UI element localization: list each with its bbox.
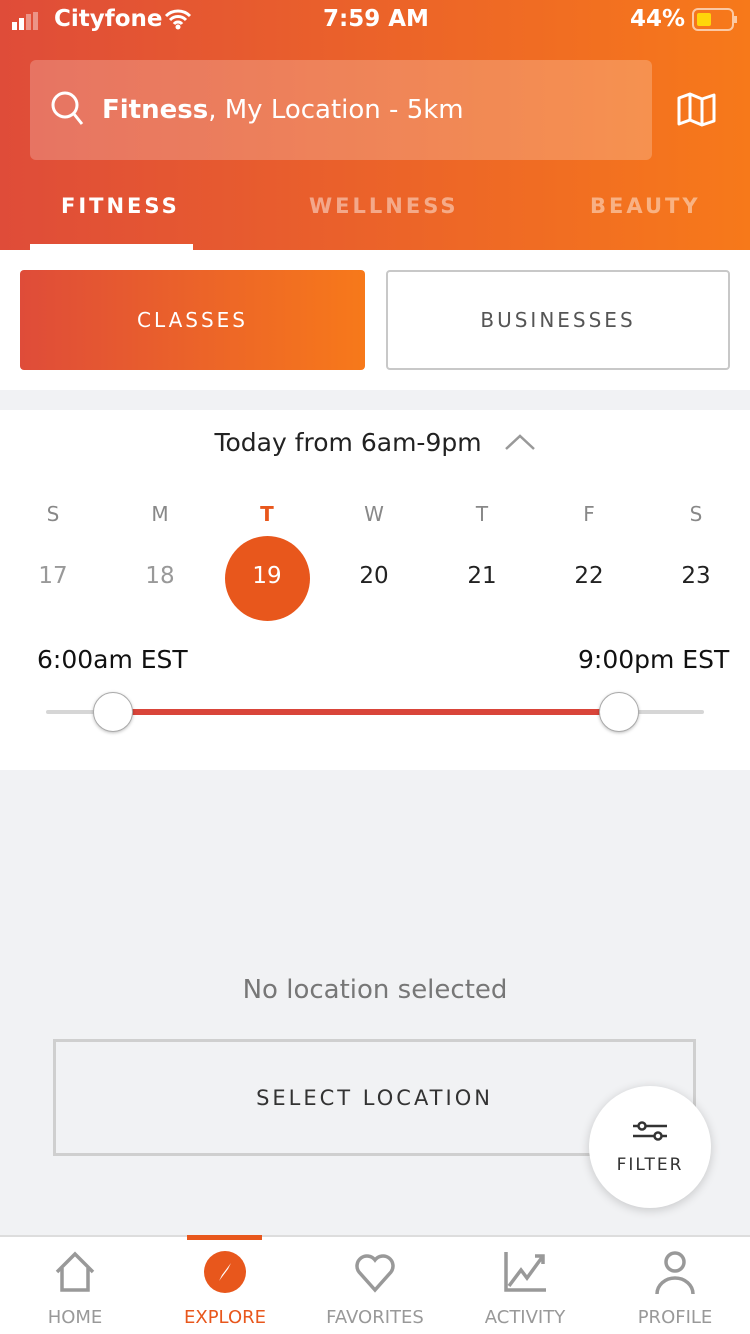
clock: 7:59 AM [323, 6, 429, 32]
carrier: Cityfone [54, 6, 163, 32]
empty-message: No location selected [242, 975, 508, 1005]
day-23[interactable]: 23 [666, 563, 726, 589]
nav-explore[interactable]: EXPLORE [150, 1250, 300, 1328]
nav-indicator [187, 1235, 262, 1240]
signal-icon [12, 12, 48, 34]
day-17[interactable]: 17 [23, 563, 83, 589]
battery-percent: 44% [630, 6, 686, 32]
map-icon[interactable] [677, 92, 717, 132]
battery-icon [692, 8, 738, 36]
nav-label: ACTIVITY [484, 1307, 566, 1328]
search-location: , My Location - 5km [208, 95, 464, 125]
end-time-handle[interactable] [599, 692, 639, 732]
weekday-letter: T [475, 502, 489, 526]
schedule-title: Today from 6am-9pm [214, 428, 482, 457]
day-18[interactable]: 18 [130, 563, 190, 589]
search-icon [50, 90, 84, 130]
search-bar[interactable]: Fitness, My Location - 5km [30, 60, 652, 160]
businesses-button[interactable]: BUSINESSES [386, 270, 730, 370]
chevron-up-icon [504, 428, 536, 457]
time-slider-range [113, 709, 619, 715]
user-icon [653, 1250, 697, 1299]
filter-button[interactable]: FILTER [589, 1086, 711, 1208]
nav-favorites[interactable]: FAVORITES [300, 1250, 450, 1328]
chart-icon [503, 1250, 547, 1299]
nav-home[interactable]: HOME [0, 1250, 150, 1328]
start-time: 6:00am EST [37, 645, 188, 674]
tab-beauty[interactable]: BEAUTY [590, 194, 701, 218]
search-category: Fitness [102, 95, 209, 125]
filter-label: FILTER [616, 1154, 684, 1175]
start-time-handle[interactable] [93, 692, 133, 732]
nav-label: FAVORITES [326, 1307, 424, 1328]
nav-label: EXPLORE [184, 1307, 266, 1328]
nav-label: PROFILE [637, 1307, 713, 1328]
compass-icon [203, 1250, 247, 1299]
nav-profile[interactable]: PROFILE [600, 1250, 750, 1328]
weekday-letter: S [46, 502, 60, 526]
day-20[interactable]: 20 [344, 563, 404, 589]
day-19[interactable]: 19 [237, 563, 297, 589]
day-22[interactable]: 22 [559, 563, 619, 589]
home-icon [53, 1250, 97, 1299]
heart-icon [353, 1250, 397, 1299]
nav-activity[interactable]: ACTIVITY [450, 1250, 600, 1328]
tab-wellness[interactable]: WELLNESS [309, 194, 459, 218]
sliders-icon [632, 1120, 668, 1147]
weekday-letter: W [364, 502, 384, 526]
day-21[interactable]: 21 [452, 563, 512, 589]
weekday-letter: F [583, 502, 595, 526]
weekday-letter: T [260, 502, 274, 526]
classes-button[interactable]: CLASSES [20, 270, 365, 370]
tab-fitness[interactable]: FITNESS [61, 194, 180, 218]
nav-label: HOME [47, 1307, 103, 1328]
schedule-toggle[interactable]: Today from 6am-9pm [0, 428, 750, 457]
weekday-letter: M [151, 502, 169, 526]
end-time: 9:00pm EST [578, 645, 730, 674]
wifi-icon [164, 8, 192, 34]
weekday-letter: S [689, 502, 703, 526]
